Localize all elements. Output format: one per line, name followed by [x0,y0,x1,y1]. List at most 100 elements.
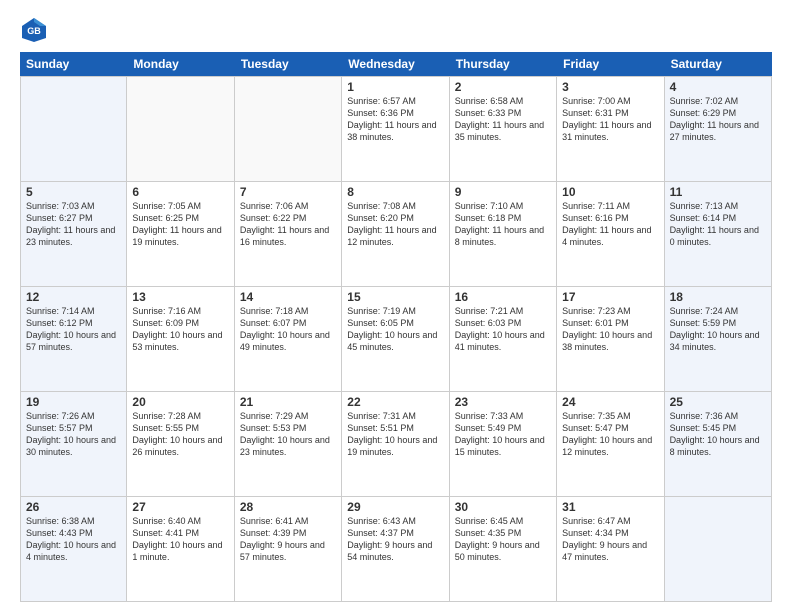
day-info: Sunrise: 6:45 AM Sunset: 4:35 PM Dayligh… [455,515,551,564]
day-cell-18: 18Sunrise: 7:24 AM Sunset: 5:59 PM Dayli… [665,287,772,391]
day-number: 4 [670,80,766,94]
day-number: 3 [562,80,658,94]
day-info: Sunrise: 7:23 AM Sunset: 6:01 PM Dayligh… [562,305,658,354]
day-info: Sunrise: 7:11 AM Sunset: 6:16 PM Dayligh… [562,200,658,249]
day-info: Sunrise: 6:43 AM Sunset: 4:37 PM Dayligh… [347,515,443,564]
day-cell-30: 30Sunrise: 6:45 AM Sunset: 4:35 PM Dayli… [450,497,557,601]
day-info: Sunrise: 7:36 AM Sunset: 5:45 PM Dayligh… [670,410,766,459]
day-number: 5 [26,185,121,199]
day-number: 15 [347,290,443,304]
day-cell-16: 16Sunrise: 7:21 AM Sunset: 6:03 PM Dayli… [450,287,557,391]
day-info: Sunrise: 6:57 AM Sunset: 6:36 PM Dayligh… [347,95,443,144]
calendar: SundayMondayTuesdayWednesdayThursdayFrid… [20,52,772,602]
day-cell-3: 3Sunrise: 7:00 AM Sunset: 6:31 PM Daylig… [557,77,664,181]
day-cell-7: 7Sunrise: 7:06 AM Sunset: 6:22 PM Daylig… [235,182,342,286]
day-info: Sunrise: 7:33 AM Sunset: 5:49 PM Dayligh… [455,410,551,459]
day-number: 8 [347,185,443,199]
day-info: Sunrise: 7:24 AM Sunset: 5:59 PM Dayligh… [670,305,766,354]
day-cell-12: 12Sunrise: 7:14 AM Sunset: 6:12 PM Dayli… [20,287,127,391]
calendar-row-5: 26Sunrise: 6:38 AM Sunset: 4:43 PM Dayli… [20,497,772,602]
day-number: 25 [670,395,766,409]
header-cell-sunday: Sunday [20,52,127,76]
day-number: 30 [455,500,551,514]
day-info: Sunrise: 7:35 AM Sunset: 5:47 PM Dayligh… [562,410,658,459]
day-cell-6: 6Sunrise: 7:05 AM Sunset: 6:25 PM Daylig… [127,182,234,286]
day-number: 28 [240,500,336,514]
day-cell-13: 13Sunrise: 7:16 AM Sunset: 6:09 PM Dayli… [127,287,234,391]
day-info: Sunrise: 7:05 AM Sunset: 6:25 PM Dayligh… [132,200,228,249]
day-info: Sunrise: 6:41 AM Sunset: 4:39 PM Dayligh… [240,515,336,564]
day-info: Sunrise: 7:28 AM Sunset: 5:55 PM Dayligh… [132,410,228,459]
day-cell-19: 19Sunrise: 7:26 AM Sunset: 5:57 PM Dayli… [20,392,127,496]
header-cell-monday: Monday [127,52,234,76]
header-cell-friday: Friday [557,52,664,76]
day-cell-31: 31Sunrise: 6:47 AM Sunset: 4:34 PM Dayli… [557,497,664,601]
day-info: Sunrise: 7:29 AM Sunset: 5:53 PM Dayligh… [240,410,336,459]
logo-icon: GB [20,16,48,44]
day-cell-1: 1Sunrise: 6:57 AM Sunset: 6:36 PM Daylig… [342,77,449,181]
day-cell-14: 14Sunrise: 7:18 AM Sunset: 6:07 PM Dayli… [235,287,342,391]
calendar-row-4: 19Sunrise: 7:26 AM Sunset: 5:57 PM Dayli… [20,392,772,497]
day-info: Sunrise: 7:02 AM Sunset: 6:29 PM Dayligh… [670,95,766,144]
logo: GB [20,16,52,44]
day-cell-20: 20Sunrise: 7:28 AM Sunset: 5:55 PM Dayli… [127,392,234,496]
day-number: 10 [562,185,658,199]
day-cell-17: 17Sunrise: 7:23 AM Sunset: 6:01 PM Dayli… [557,287,664,391]
day-number: 17 [562,290,658,304]
day-cell-25: 25Sunrise: 7:36 AM Sunset: 5:45 PM Dayli… [665,392,772,496]
day-number: 2 [455,80,551,94]
day-cell-26: 26Sunrise: 6:38 AM Sunset: 4:43 PM Dayli… [20,497,127,601]
day-number: 20 [132,395,228,409]
day-cell-22: 22Sunrise: 7:31 AM Sunset: 5:51 PM Dayli… [342,392,449,496]
day-number: 26 [26,500,121,514]
header-cell-tuesday: Tuesday [235,52,342,76]
day-info: Sunrise: 7:16 AM Sunset: 6:09 PM Dayligh… [132,305,228,354]
calendar-row-1: 1Sunrise: 6:57 AM Sunset: 6:36 PM Daylig… [20,76,772,182]
day-number: 1 [347,80,443,94]
day-cell-10: 10Sunrise: 7:11 AM Sunset: 6:16 PM Dayli… [557,182,664,286]
day-info: Sunrise: 7:06 AM Sunset: 6:22 PM Dayligh… [240,200,336,249]
day-cell-21: 21Sunrise: 7:29 AM Sunset: 5:53 PM Dayli… [235,392,342,496]
day-cell-11: 11Sunrise: 7:13 AM Sunset: 6:14 PM Dayli… [665,182,772,286]
day-info: Sunrise: 6:40 AM Sunset: 4:41 PM Dayligh… [132,515,228,564]
header-cell-wednesday: Wednesday [342,52,449,76]
day-number: 11 [670,185,766,199]
day-cell-4: 4Sunrise: 7:02 AM Sunset: 6:29 PM Daylig… [665,77,772,181]
day-info: Sunrise: 7:08 AM Sunset: 6:20 PM Dayligh… [347,200,443,249]
day-info: Sunrise: 7:00 AM Sunset: 6:31 PM Dayligh… [562,95,658,144]
day-number: 14 [240,290,336,304]
day-info: Sunrise: 7:03 AM Sunset: 6:27 PM Dayligh… [26,200,121,249]
day-info: Sunrise: 6:47 AM Sunset: 4:34 PM Dayligh… [562,515,658,564]
day-info: Sunrise: 7:21 AM Sunset: 6:03 PM Dayligh… [455,305,551,354]
day-number: 16 [455,290,551,304]
day-cell-9: 9Sunrise: 7:10 AM Sunset: 6:18 PM Daylig… [450,182,557,286]
day-number: 7 [240,185,336,199]
day-info: Sunrise: 7:13 AM Sunset: 6:14 PM Dayligh… [670,200,766,249]
calendar-header: SundayMondayTuesdayWednesdayThursdayFrid… [20,52,772,76]
day-number: 22 [347,395,443,409]
calendar-row-2: 5Sunrise: 7:03 AM Sunset: 6:27 PM Daylig… [20,182,772,287]
day-number: 9 [455,185,551,199]
day-number: 13 [132,290,228,304]
day-number: 24 [562,395,658,409]
day-number: 27 [132,500,228,514]
day-cell-5: 5Sunrise: 7:03 AM Sunset: 6:27 PM Daylig… [20,182,127,286]
day-cell-24: 24Sunrise: 7:35 AM Sunset: 5:47 PM Dayli… [557,392,664,496]
empty-cell [235,77,342,181]
day-cell-15: 15Sunrise: 7:19 AM Sunset: 6:05 PM Dayli… [342,287,449,391]
empty-cell [127,77,234,181]
svg-text:GB: GB [27,26,41,36]
calendar-body: 1Sunrise: 6:57 AM Sunset: 6:36 PM Daylig… [20,76,772,602]
day-cell-2: 2Sunrise: 6:58 AM Sunset: 6:33 PM Daylig… [450,77,557,181]
day-number: 19 [26,395,121,409]
day-number: 31 [562,500,658,514]
day-number: 18 [670,290,766,304]
calendar-row-3: 12Sunrise: 7:14 AM Sunset: 6:12 PM Dayli… [20,287,772,392]
day-number: 29 [347,500,443,514]
day-number: 21 [240,395,336,409]
day-info: Sunrise: 7:14 AM Sunset: 6:12 PM Dayligh… [26,305,121,354]
day-cell-27: 27Sunrise: 6:40 AM Sunset: 4:41 PM Dayli… [127,497,234,601]
day-number: 23 [455,395,551,409]
day-number: 12 [26,290,121,304]
day-info: Sunrise: 6:38 AM Sunset: 4:43 PM Dayligh… [26,515,121,564]
